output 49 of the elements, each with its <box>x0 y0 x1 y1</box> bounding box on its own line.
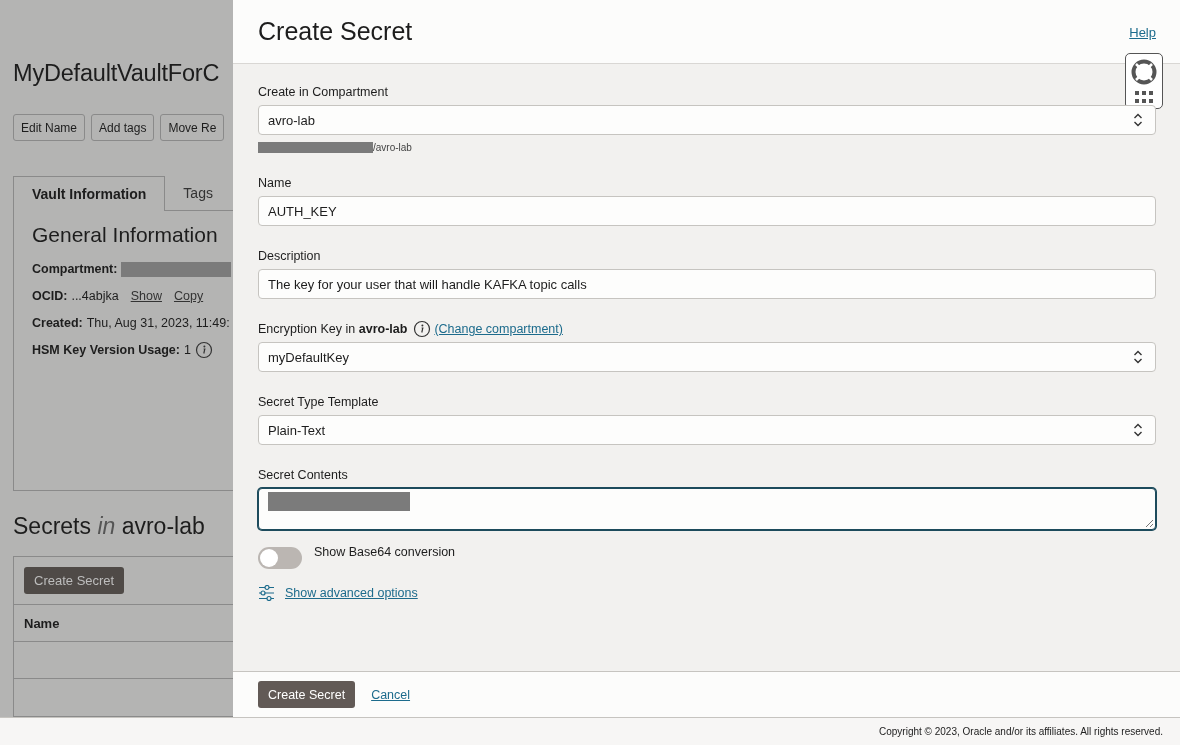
grid-icon <box>1135 90 1153 103</box>
panel-title: Create Secret <box>258 17 413 46</box>
field-label: Description <box>258 249 321 263</box>
info-icon[interactable] <box>194 341 213 359</box>
toggle-label: Show Base64 conversion <box>314 545 456 559</box>
action-button[interactable]: Move Re <box>160 114 225 141</box>
info-label: Compartment: <box>32 262 118 276</box>
help-link[interactable]: Help <box>1129 25 1156 40</box>
text-area[interactable] <box>258 488 1156 530</box>
info-label: Created: <box>32 316 83 330</box>
copyright-text: Copyright © 2023, Oracle and/or its affiliates. All rights reserved. <box>879 726 1163 737</box>
toggle-switch[interactable] <box>258 547 302 569</box>
compartment-path: /avro-lab <box>373 141 412 153</box>
info-label: HSM Key Version Usage: <box>32 343 180 357</box>
info-icon[interactable] <box>413 320 432 338</box>
link[interactable]: Show <box>130 289 162 303</box>
link[interactable]: Copy <box>173 289 204 303</box>
field-label: Secret Contents <box>258 468 348 482</box>
info-value: 1 <box>183 343 191 357</box>
input-field[interactable]: AUTH_KEY <box>258 196 1156 226</box>
page-title: MyDefaultVaultForC <box>13 60 221 87</box>
action-button[interactable]: Edit Name <box>13 114 86 141</box>
cancel-link[interactable]: Cancel <box>371 687 411 702</box>
field-label: Create in Compartment <box>258 85 388 99</box>
sliders-icon <box>258 585 275 601</box>
info-value: ...4abjka <box>71 289 119 303</box>
chevron-icon <box>1133 350 1143 364</box>
resize-handle-icon <box>1146 520 1153 527</box>
create-secret-button[interactable]: Create Secret <box>258 681 356 708</box>
chevron-icon <box>1133 113 1143 127</box>
tab[interactable]: Vault Information <box>13 176 166 211</box>
field-label: Encryption Key in avro-lab <box>258 322 408 336</box>
chevron-icon <box>1133 423 1143 437</box>
change-compartment-link[interactable]: (Change compartment) <box>434 322 563 336</box>
select-field[interactable]: Plain-Text <box>258 415 1156 445</box>
create-secret-button[interactable]: Create Secret <box>24 567 125 594</box>
advanced-options-link[interactable]: Show advanced options <box>285 586 418 600</box>
select-field[interactable]: avro-lab <box>258 105 1156 135</box>
lifebuoy-icon <box>1131 59 1157 86</box>
action-button[interactable]: Add tags <box>91 114 155 141</box>
field-label: Secret Type Template <box>258 395 379 409</box>
section-heading: Secrets in avro-lab <box>13 513 206 540</box>
help-widget[interactable] <box>1125 53 1163 109</box>
info-value: Thu, Aug 31, 2023, 11:49: <box>86 316 230 330</box>
select-field[interactable]: myDefaultKey <box>258 342 1156 372</box>
field-label: Name <box>258 176 292 190</box>
section-heading: General Information <box>32 223 219 247</box>
info-label: OCID: <box>32 289 68 303</box>
input-field[interactable]: The key for your user that will handle KAFKA topic calls <box>258 269 1156 299</box>
